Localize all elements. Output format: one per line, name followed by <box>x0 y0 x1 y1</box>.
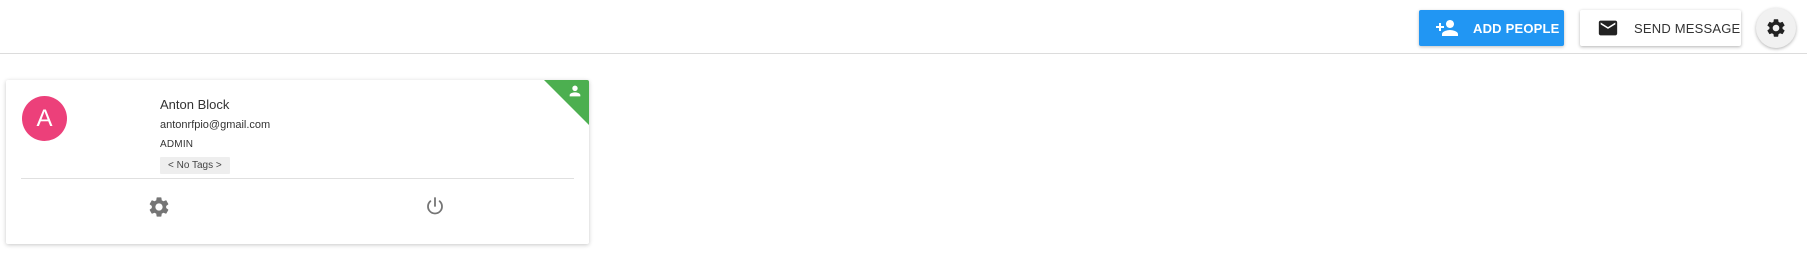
gear-icon <box>1765 17 1787 39</box>
send-message-button[interactable]: SEND MESSAGE <box>1580 10 1741 46</box>
send-message-label: SEND MESSAGE <box>1634 20 1741 36</box>
settings-button[interactable] <box>1756 8 1796 48</box>
card-divider <box>21 178 574 179</box>
user-email: antonrfpio@gmail.com <box>160 119 271 131</box>
tags-chip: < No Tags > <box>160 157 230 174</box>
user-role: ADMIN <box>160 139 194 150</box>
user-disable-button[interactable] <box>422 194 448 220</box>
user-info: Anton Block antonrfpio@gmail.com ADMIN <… <box>160 96 270 174</box>
power-icon <box>423 195 447 219</box>
person-icon <box>567 83 583 99</box>
mail-icon <box>1597 17 1619 39</box>
add-people-label: ADD PEOPLE <box>1473 20 1560 36</box>
gear-icon <box>147 195 171 219</box>
person-add-icon <box>1435 16 1459 40</box>
add-people-button[interactable]: ADD PEOPLE <box>1419 10 1564 46</box>
user-card: A Anton Block antonrfpio@gmail.com ADMIN… <box>6 80 589 244</box>
avatar: A <box>22 96 67 141</box>
top-toolbar: ADD PEOPLE SEND MESSAGE <box>0 0 1807 54</box>
user-settings-button[interactable] <box>146 194 172 220</box>
user-name: Anton Block <box>160 97 230 112</box>
